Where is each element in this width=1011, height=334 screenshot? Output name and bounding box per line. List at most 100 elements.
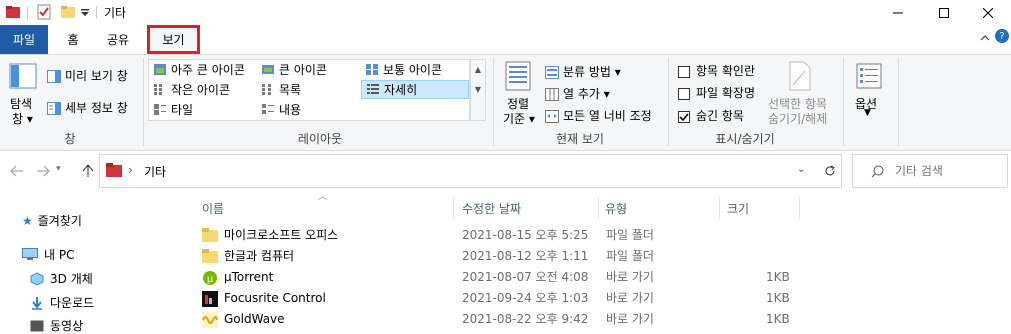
layout-large-icons[interactable]: 큰 아이콘 [257,60,361,79]
item-checkboxes-toggle[interactable]: 항목 확인란 [678,62,755,79]
address-dropdown-icon[interactable]: ⌄ [797,164,805,175]
table-row[interactable]: GoldWave 2021-08-22 오후 9:42 바로 가기 1KB [196,309,796,330]
properties-icon[interactable] [36,4,52,20]
file-extensions-toggle[interactable]: 파일 확장명 [678,84,755,101]
divider [27,6,28,19]
column-divider[interactable] [799,196,800,220]
nav-item-3d-objects[interactable]: 3D 개체 [30,270,93,287]
customize-dropdown-icon[interactable] [80,8,90,18]
nav-item-this-pc[interactable]: 내 PC [22,246,74,263]
file-modified: 2021-08-22 오후 9:42 [462,312,589,326]
divider [843,58,844,146]
column-divider[interactable] [719,196,720,220]
size-columns-icon [545,110,559,123]
tab-view[interactable]: 보기 [147,25,200,54]
layout-gallery: 아주 큰 아이콘 큰 아이콘 보통 아이콘 작은 아이콘 목록 자세히 타일 내… [148,59,470,121]
hide-selected-label2: 숨기기/해제 [768,112,828,126]
file-type: 바로 가기 [606,312,654,326]
close-icon [983,7,993,18]
nav-item-videos[interactable]: 동영상 [30,317,83,334]
options-dropdown-icon[interactable]: ▼ [864,108,871,118]
breadcrumb-current[interactable]: 기타 [144,163,166,180]
layout-tiles[interactable]: 타일 [149,100,257,119]
refresh-button[interactable] [818,155,842,187]
hide-selected-icon [789,61,811,91]
file-name: 한글과 컴퓨터 [224,249,295,263]
column-header-name[interactable]: 이름 [202,200,224,218]
collapse-ribbon-icon[interactable] [980,34,990,42]
folder-icon [106,163,122,177]
cube-icon [30,271,44,286]
table-row[interactable]: 한글과 컴퓨터 2021-08-12 오후 1:11 파일 폴더 [196,246,796,267]
file-size: 1KB [766,291,790,305]
item-checkboxes-checkbox[interactable] [678,65,690,78]
file-size: 1KB [766,312,790,326]
file-name: 마이크로소프트 오피스 [224,228,339,242]
size-all-columns-button[interactable]: 모든 열 너비 조정 [545,107,652,124]
divider [668,58,669,146]
folder-icon [202,228,218,242]
table-row[interactable]: 마이크로소프트 오피스 2021-08-15 오후 5:25 파일 폴더 [196,225,796,246]
hidden-items-checkbox[interactable] [678,110,690,123]
file-type: 바로 가기 [606,270,654,284]
search-box[interactable] [852,154,1008,188]
help-icon[interactable]: ? [995,29,1009,43]
title-bar [0,0,1011,25]
nav-item-quick-access[interactable]: ★ 즐겨찾기 [22,212,82,229]
column-header-modified[interactable]: 수정한 날짜 [462,200,521,218]
maximize-button[interactable] [921,0,967,25]
file-modified: 2021-08-07 오전 4:08 [462,270,589,284]
preview-pane-button[interactable]: 미리 보기 창 [47,67,128,84]
tab-file[interactable]: 파일 [0,25,48,54]
column-header-size[interactable]: 크기 [727,200,749,218]
options-icon [856,63,882,89]
close-button[interactable] [965,0,1011,25]
layout-details[interactable]: 자세히 [361,80,469,99]
goldwave-icon [202,312,218,328]
computer-icon [22,248,38,260]
layout-extra-large-icons[interactable]: 아주 큰 아이콘 [149,60,257,79]
divider [143,58,144,146]
breadcrumb-separator[interactable]: › [128,163,133,177]
video-icon [30,320,44,331]
recent-locations-dropdown[interactable]: ▾ [56,164,61,174]
file-modified: 2021-08-12 오후 1:11 [462,249,589,263]
sort-by-icon [505,61,531,91]
up-button[interactable] [78,162,98,180]
navigation-pane-label2: 창 ▾ [12,112,33,126]
group-by-button[interactable]: 분류 방법 ▾ [545,63,621,80]
details-pane-button[interactable]: 세부 정보 창 [47,99,128,116]
file-name: Focusrite Control [224,291,326,305]
file-type: 파일 폴더 [606,249,654,263]
group-label-show-hide: 표시/숨기기 [715,132,775,146]
column-header-type[interactable]: 유형 [605,200,627,218]
back-button[interactable] [7,162,27,180]
navigation-pane-icon [9,63,37,89]
column-divider[interactable] [453,196,454,220]
file-type: 파일 폴더 [606,228,654,242]
table-row[interactable]: µ µTorrent 2021-08-07 오전 4:08 바로 가기 1KB [196,267,796,288]
add-column-button[interactable]: 열 추가 ▾ [545,85,610,102]
layout-list[interactable]: 목록 [257,80,361,99]
hidden-items-toggle[interactable]: 숨긴 항목 [678,107,744,124]
forward-button[interactable] [33,162,53,180]
table-row[interactable]: Focusrite Control 2021-09-24 오후 1:03 바로 … [196,288,796,309]
layout-gallery-scroll[interactable]: ▲ ▼ [470,59,486,121]
search-input[interactable] [893,161,1002,181]
address-bar[interactable]: › 기타 ⌄ [99,154,842,188]
layout-medium-icons[interactable]: 보통 아이콘 [361,60,469,79]
group-label-layout: 레이아웃 [297,132,343,146]
layout-small-icons[interactable]: 작은 아이콘 [149,80,257,99]
file-size: 1KB [766,270,790,284]
tab-home[interactable]: 홈 [56,25,90,54]
file-extensions-checkbox[interactable] [678,87,690,100]
sort-ascending-icon: ︿ [318,192,328,202]
tab-share[interactable]: 공유 [96,25,140,54]
nav-item-downloads[interactable]: 다운로드 [30,294,94,311]
column-divider[interactable] [598,196,599,220]
layout-content[interactable]: 내용 [257,100,361,119]
group-label-current-view: 현재 보기 [556,132,604,146]
details-pane-icon [47,102,61,115]
new-folder-icon[interactable] [60,4,76,20]
minimize-button[interactable] [875,0,921,25]
